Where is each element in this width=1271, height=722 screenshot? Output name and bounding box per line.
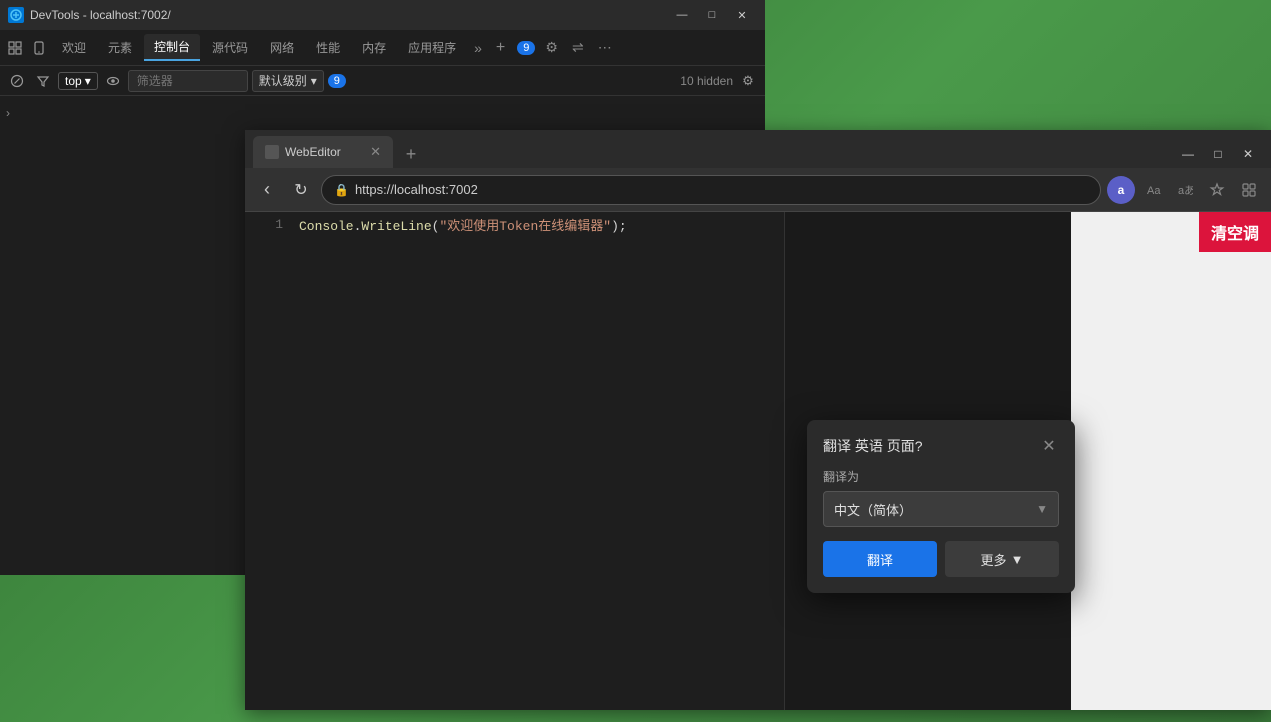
right-banner: 清空调 bbox=[1071, 212, 1271, 710]
devtools-tab-console[interactable]: 控制台 bbox=[144, 34, 200, 61]
browser-collections-icon[interactable] bbox=[1235, 176, 1263, 204]
browser-tab-close-button[interactable]: ✕ bbox=[370, 144, 381, 160]
browser-back-button[interactable]: ‹ bbox=[253, 176, 281, 204]
code-writeline-span: WriteLine bbox=[361, 219, 431, 234]
svg-text:aあ: aあ bbox=[1178, 184, 1193, 197]
translate-popup: 翻译 英语 页面? ✕ 翻译为 中文（简体） ▼ 翻译 更多 ▼ bbox=[807, 420, 1075, 593]
translate-popup-actions: 翻译 更多 ▼ bbox=[823, 541, 1059, 577]
browser-read-aloud-icon[interactable]: Aa bbox=[1139, 176, 1167, 204]
devtools-tab-bar: 欢迎 元素 控制台 源代码 网络 性能 内存 应用程序 » + 9 ⚙ ⇌ ⋯ bbox=[0, 30, 765, 66]
devtools-title: DevTools - localhost:7002/ bbox=[30, 8, 661, 22]
translate-to-label: 翻译为 bbox=[823, 468, 1059, 485]
browser-minimize-button[interactable]: — bbox=[1173, 140, 1203, 168]
code-editor: 1 Console.WriteLine("欢迎使用Token在线编辑器"); bbox=[245, 212, 785, 710]
browser-address-bar: ‹ ↻ 🔒 https://localhost:7002 a Aa aあ bbox=[245, 168, 1271, 212]
translate-more-button[interactable]: 更多 ▼ bbox=[945, 541, 1059, 577]
browser-new-tab-button[interactable]: + bbox=[397, 140, 425, 168]
console-eye-icon[interactable] bbox=[102, 70, 124, 92]
console-error-badge: 9 bbox=[328, 74, 346, 88]
devtools-add-tab-button[interactable]: + bbox=[490, 37, 511, 59]
translate-button[interactable]: 翻译 bbox=[823, 541, 937, 577]
browser-tab-webeditor[interactable]: WebEditor ✕ bbox=[253, 136, 393, 168]
svg-text:Aa: Aa bbox=[1147, 185, 1161, 197]
console-expand-icon[interactable]: › bbox=[6, 106, 10, 120]
devtools-titlebar: DevTools - localhost:7002/ — □ ✕ bbox=[0, 0, 765, 30]
browser-profile-button[interactable]: a bbox=[1107, 176, 1135, 204]
browser-tab-favicon bbox=[265, 145, 279, 159]
console-filter-icon[interactable] bbox=[32, 70, 54, 92]
devtools-settings-icon[interactable]: ⚙ bbox=[539, 35, 564, 60]
code-content: Console.WriteLine("欢迎使用Token在线编辑器"); bbox=[299, 215, 627, 234]
devtools-more-options-icon[interactable]: ⋯ bbox=[592, 35, 618, 60]
console-level-selector[interactable]: 默认级别 ▾ bbox=[252, 70, 324, 92]
devtools-logo-icon bbox=[8, 7, 24, 23]
translate-language-value: 中文（简体） bbox=[834, 500, 912, 519]
devtools-tab-network[interactable]: 网络 bbox=[260, 35, 304, 60]
console-hidden-settings-icon[interactable]: ⚙ bbox=[737, 70, 759, 92]
banner-red-text: 清空调 bbox=[1199, 212, 1271, 252]
code-line-1: 1 Console.WriteLine("欢迎使用Token在线编辑器"); bbox=[245, 212, 784, 236]
translate-more-arrow: ▼ bbox=[1011, 552, 1024, 567]
code-string-span: "欢迎使用Token在线编辑器" bbox=[439, 219, 611, 234]
browser-url-bar[interactable]: 🔒 https://localhost:7002 bbox=[321, 175, 1101, 205]
translate-popup-title: 翻译 英语 页面? bbox=[823, 436, 923, 456]
devtools-close-button[interactable]: ✕ bbox=[727, 5, 757, 25]
console-filter-input[interactable] bbox=[128, 70, 248, 92]
browser-tab-bar: WebEditor ✕ + — □ ✕ bbox=[245, 130, 1271, 168]
console-hidden-count: 10 hidden ⚙ bbox=[680, 70, 759, 92]
devtools-console-toolbar: top ▾ 默认级别 ▾ 9 10 hidden ⚙ bbox=[0, 66, 765, 96]
lock-icon: 🔒 bbox=[334, 183, 349, 197]
browser-toolbar-icons: a Aa aあ bbox=[1107, 176, 1263, 204]
devtools-window-controls: — □ ✕ bbox=[667, 5, 757, 25]
console-clear-icon[interactable] bbox=[6, 70, 28, 92]
devtools-badge-count: 9 bbox=[517, 41, 535, 55]
devtools-inspect-icon[interactable] bbox=[4, 37, 26, 59]
console-level-label: 默认级别 bbox=[259, 72, 307, 89]
devtools-mobile-icon[interactable] bbox=[28, 37, 50, 59]
console-context-arrow: ▾ bbox=[85, 74, 91, 88]
translate-language-selector[interactable]: 中文（简体） ▼ bbox=[823, 491, 1059, 527]
devtools-tab-performance[interactable]: 性能 bbox=[306, 35, 350, 60]
translate-popup-header: 翻译 英语 页面? ✕ bbox=[823, 436, 1059, 456]
devtools-tab-elements[interactable]: 元素 bbox=[98, 35, 142, 60]
browser-translate-icon[interactable]: aあ bbox=[1171, 176, 1199, 204]
browser-refresh-button[interactable]: ↻ bbox=[287, 176, 315, 204]
devtools-tab-application[interactable]: 应用程序 bbox=[398, 35, 466, 60]
translate-popup-close-button[interactable]: ✕ bbox=[1039, 436, 1059, 456]
browser-maximize-button[interactable]: □ bbox=[1203, 140, 1233, 168]
translate-more-label: 更多 bbox=[981, 550, 1007, 569]
code-line-number: 1 bbox=[253, 217, 283, 232]
devtools-tab-memory[interactable]: 内存 bbox=[352, 35, 396, 60]
devtools-tab-sources[interactable]: 源代码 bbox=[202, 35, 258, 60]
browser-tab-label: WebEditor bbox=[285, 145, 341, 159]
devtools-network-icon[interactable]: ⇌ bbox=[566, 35, 590, 60]
browser-close-button[interactable]: ✕ bbox=[1233, 140, 1263, 168]
console-context-selector[interactable]: top ▾ bbox=[58, 72, 98, 90]
devtools-maximize-button[interactable]: □ bbox=[697, 5, 727, 25]
console-context-label: top bbox=[65, 74, 82, 88]
browser-content-area: 1 Console.WriteLine("欢迎使用Token在线编辑器"); 清… bbox=[245, 212, 1271, 710]
code-method-span: Console bbox=[299, 219, 354, 234]
devtools-tab-welcome[interactable]: 欢迎 bbox=[52, 35, 96, 60]
translate-language-arrow: ▼ bbox=[1036, 502, 1048, 516]
browser-window: WebEditor ✕ + — □ ✕ ‹ ↻ 🔒 https://localh… bbox=[245, 130, 1271, 710]
browser-url-text: https://localhost:7002 bbox=[355, 182, 1088, 197]
devtools-minimize-button[interactable]: — bbox=[667, 5, 697, 25]
devtools-more-tabs-icon[interactable]: » bbox=[468, 36, 488, 60]
console-level-arrow: ▾ bbox=[311, 74, 317, 88]
browser-favorites-icon[interactable] bbox=[1203, 176, 1231, 204]
browser-window-controls: — □ ✕ bbox=[1173, 140, 1263, 168]
desktop: DevTools - localhost:7002/ — □ ✕ 欢迎 元素 控… bbox=[0, 0, 1271, 722]
